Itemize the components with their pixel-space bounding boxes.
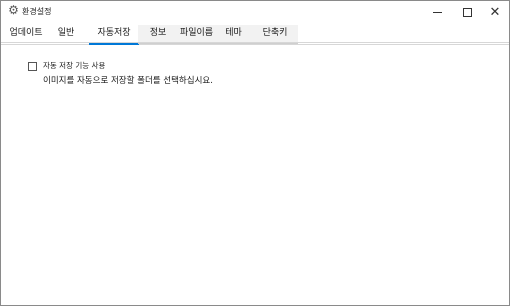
tab-shortcuts-label: 단축키 — [262, 28, 288, 38]
tab-general-label: 일반 — [57, 28, 75, 38]
tab-theme-label: 테마 — [225, 28, 242, 38]
settings-window: ⚙ 환경설정 ✕ 업데이트 일반 자동저장 정보 파일이름 테마 단축키 자동 … — [0, 0, 510, 306]
folder-hint-text: 이미지를 자동으로 저장할 폴더를 선택하십시요. — [43, 76, 213, 86]
tab-update[interactable]: 업데이트 — [7, 25, 45, 43]
minimize-button[interactable] — [422, 1, 452, 23]
tab-autosave-label: 자동저장 — [97, 28, 131, 38]
autosave-checkbox-row[interactable]: 자동 저장 기능 사용 — [28, 60, 105, 72]
title-bar[interactable]: ⚙ 환경설정 ✕ — [1, 1, 509, 23]
tab-general[interactable]: 일반 — [51, 25, 81, 43]
maximize-icon — [462, 7, 472, 17]
window-title: 환경설정 — [22, 7, 52, 16]
autosave-checkbox-label[interactable]: 자동 저장 기능 사용 — [43, 61, 105, 71]
tab-info-label: 정보 — [149, 28, 167, 38]
close-icon: ✕ — [489, 4, 501, 20]
tab-filename-label: 파일이름 — [179, 28, 214, 38]
close-button[interactable]: ✕ — [480, 1, 510, 23]
tab-autosave[interactable]: 자동저장 — [89, 25, 139, 45]
tab-update-label: 업데이트 — [9, 28, 43, 38]
minimize-icon — [432, 11, 442, 13]
maximize-button[interactable] — [452, 1, 482, 23]
gear-icon: ⚙ — [8, 3, 19, 17]
tab-divider — [1, 42, 509, 43]
autosave-checkbox[interactable] — [28, 61, 37, 71]
autosave-panel: 자동 저장 기능 사용 이미지를 자동으로 저장할 폴더를 선택하십시요. — [1, 45, 509, 305]
